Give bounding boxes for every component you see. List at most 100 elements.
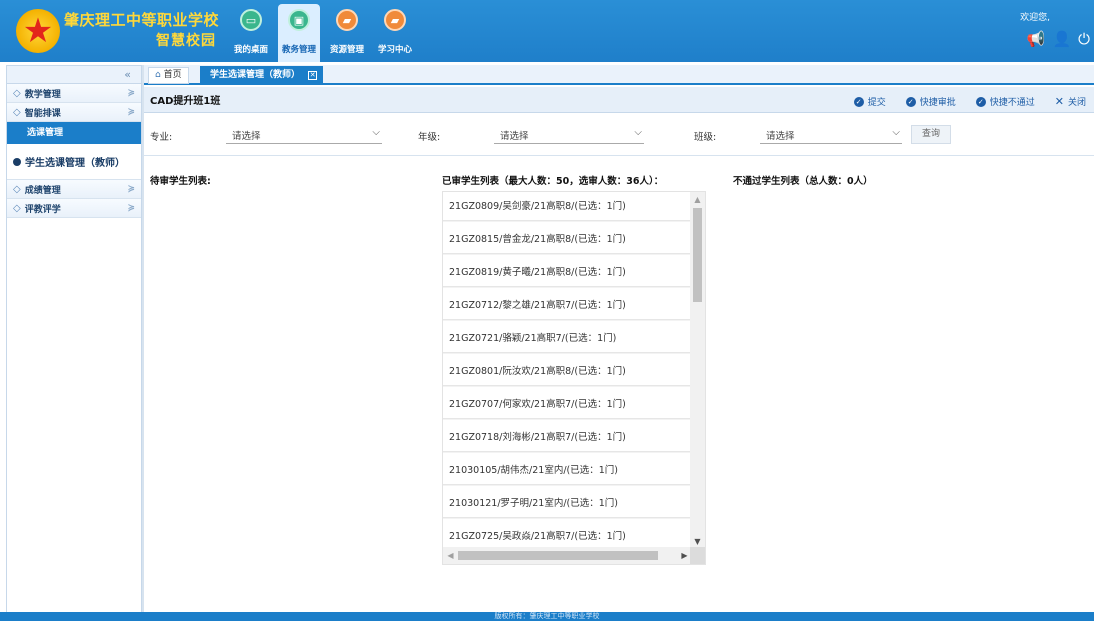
toolbar-actions: ✓ 提交 ✓ 快捷审批 ✓ 快捷不通过 ✕ 关闭 [834, 95, 1086, 108]
quick-reject-button[interactable]: ✓ 快捷不通过 [975, 95, 1035, 108]
list-item[interactable]: 21GZ0707/何家欢/21高职7/(已选：1门) [443, 390, 691, 419]
major-select-value: 请选择 [232, 131, 261, 142]
header-icons: 📢 👤 ⏻ [1027, 30, 1090, 48]
tab-student-selection[interactable]: 学生选课管理（教师） ✕ [200, 66, 324, 85]
class-select-value: 请选择 [766, 131, 795, 142]
major-label: 专业: [150, 132, 173, 143]
folder-icon: ▰ [384, 9, 406, 31]
campus-name: 智慧校园 [156, 33, 216, 49]
home-icon: ⌂ [155, 70, 161, 80]
tab-home-label: 首页 [163, 70, 182, 80]
sidebar-group-teaching[interactable]: ◇ 教学管理 ≽ [7, 84, 141, 103]
nav-item-learning[interactable]: ▰ 学习中心 [374, 4, 416, 62]
rejected-list-title: 不通过学生列表（总人数：0人） [733, 176, 873, 187]
list-item[interactable]: 21GZ0815/曾金龙/21高职8/(已选：1门) [443, 225, 691, 254]
grade-select-value: 请选择 [500, 131, 529, 142]
chevron-down-icon: ≽ [127, 184, 135, 194]
tag-icon: ◇ [13, 183, 21, 195]
close-icon: ✕ [1054, 95, 1064, 108]
nav-label: 我的桌面 [233, 45, 268, 55]
sidebar-group-evaluation[interactable]: ◇ 评教评学 ≽ [7, 199, 141, 218]
app-header: ★ 肇庆理工中等职业学校 智慧校园 ▭ 我的桌面 ▣ 教务管理 ▰ 资源管理 ▰… [0, 0, 1094, 62]
list-item[interactable]: 21GZ0712/黎之雄/21高职7/(已选：1门) [443, 291, 691, 320]
grade-label: 年级: [418, 132, 441, 143]
welcome-text: 欢迎您, [1020, 13, 1050, 23]
scroll-left-icon[interactable]: ◀ [443, 547, 458, 564]
approved-student-list[interactable]: 21GZ0809/吴剑豪/21高职8/(已选：1门) 21GZ0815/曾金龙/2… [442, 191, 706, 565]
close-button[interactable]: ✕ 关闭 [1055, 95, 1086, 108]
page-title: CAD提升班1班 [150, 96, 221, 107]
submit-button[interactable]: ✓ 提交 [853, 95, 886, 108]
quick-reject-label: 快捷不通过 [989, 98, 1035, 108]
close-label: 关闭 [1067, 98, 1086, 108]
chevron-down-icon: ⌵ [634, 127, 642, 138]
scroll-up-icon[interactable]: ▲ [690, 192, 705, 207]
chevron-down-icon: ≽ [127, 203, 135, 213]
class-label: 班级: [694, 132, 717, 143]
scroll-thumb[interactable] [458, 551, 658, 560]
sidebar-item-student-selection[interactable]: 学生选课管理（教师） [7, 144, 141, 180]
vertical-scrollbar[interactable]: ▲ ▼ [690, 192, 705, 549]
page-toolbar: CAD提升班1班 ✓ 提交 ✓ 快捷审批 ✓ 快捷不通过 ✕ 关闭 [144, 87, 1094, 113]
grade-select[interactable]: 请选择 ⌵ [494, 126, 644, 144]
list-item[interactable]: 21GZ0809/吴剑豪/21高职8/(已选：1门) [443, 192, 691, 221]
bullet-icon [13, 157, 21, 166]
star-icon: ★ [22, 11, 54, 51]
sidebar-leaf-label: 学生选课管理（教师） [25, 158, 125, 169]
list-item[interactable]: 21030121/罗子明/21室内/(已选：1门) [443, 489, 691, 518]
major-select[interactable]: 请选择 ⌵ [226, 126, 382, 144]
sidebar-group-label: 智能排课 [24, 108, 61, 119]
nav-label: 资源管理 [329, 45, 364, 55]
class-select[interactable]: 请选择 ⌵ [760, 126, 902, 144]
tab-bar: ⌂ 首页 学生选课管理（教师） ✕ [144, 65, 1094, 85]
sidebar-group-label: 成绩管理 [24, 185, 61, 196]
sidebar: « ◇ 教学管理 ≽ ◇ 智能排课 ≽ 选课管理 学生选课管理（教师） ◇ 成绩… [6, 65, 142, 613]
filter-bar: 专业: 请选择 ⌵ 年级: 请选择 ⌵ 班级: 请选择 ⌵ 查询 [144, 114, 1094, 156]
horizontal-scrollbar[interactable]: ◀ ▶ [443, 547, 692, 564]
power-icon[interactable]: ⏻ [1078, 30, 1090, 48]
list-item[interactable]: 21GZ0721/骆颖/21高职7/(已选：1门) [443, 324, 691, 353]
list-item[interactable]: 21GZ0801/阮汝欢/21高职8/(已选：1门) [443, 357, 691, 386]
collapse-sidebar-icon[interactable]: « [7, 66, 141, 84]
check-circle-icon: ✓ [975, 96, 986, 107]
school-name: 肇庆理工中等职业学校 [64, 11, 220, 29]
tab-label: 学生选课管理（教师） [210, 70, 301, 80]
sidebar-group-grades[interactable]: ◇ 成绩管理 ≽ [7, 180, 141, 199]
query-button[interactable]: 查询 [911, 125, 951, 144]
academic-icon: ▣ [288, 9, 310, 31]
approved-list-title: 已审学生列表（最大人数：50，选审人数：36人）： [442, 176, 664, 187]
sidebar-item-course-selection[interactable]: 选课管理 [7, 122, 141, 144]
scroll-thumb[interactable] [693, 208, 702, 302]
tag-icon: ◇ [13, 202, 21, 214]
list-item[interactable]: 21GZ0718/刘海彬/21高职7/(已选：1门) [443, 423, 691, 452]
chevron-down-icon: ⌵ [892, 127, 900, 138]
approved-list-items: 21GZ0809/吴剑豪/21高职8/(已选：1门) 21GZ0815/曾金龙/2… [443, 192, 691, 555]
check-circle-icon: ✓ [905, 96, 916, 107]
submit-label: 提交 [867, 98, 886, 108]
nav-item-desktop[interactable]: ▭ 我的桌面 [230, 4, 272, 62]
scroll-corner [690, 547, 705, 564]
sidebar-group-label: 评教评学 [24, 204, 61, 215]
check-circle-icon: ✓ [853, 96, 864, 107]
tab-home[interactable]: ⌂ 首页 [148, 67, 189, 84]
chevron-down-icon: ≽ [127, 107, 135, 117]
chevron-down-icon: ≽ [127, 88, 135, 98]
nav-item-resources[interactable]: ▰ 资源管理 [326, 4, 368, 62]
user-icon[interactable]: 👤 [1052, 30, 1071, 48]
quick-approve-button[interactable]: ✓ 快捷审批 [905, 95, 956, 108]
nav-label: 教务管理 [281, 45, 316, 55]
chevron-down-icon: ⌵ [372, 127, 380, 138]
tag-icon: ◇ [13, 106, 21, 118]
folder-icon: ▰ [336, 9, 358, 31]
tag-icon: ◇ [13, 87, 21, 99]
top-nav: ▭ 我的桌面 ▣ 教务管理 ▰ 资源管理 ▰ 学习中心 [230, 4, 422, 62]
close-tab-icon[interactable]: ✕ [308, 71, 318, 80]
nav-label: 学习中心 [377, 45, 412, 55]
sidebar-group-label: 教学管理 [24, 89, 61, 100]
list-item[interactable]: 21GZ0819/黄子曦/21高职8/(已选：1门) [443, 258, 691, 287]
list-item[interactable]: 21030105/胡伟杰/21室内/(已选：1门) [443, 456, 691, 485]
nav-item-academic[interactable]: ▣ 教务管理 [278, 4, 320, 62]
school-logo: ★ [16, 9, 60, 53]
sidebar-group-scheduling[interactable]: ◇ 智能排课 ≽ [7, 103, 141, 122]
announcement-icon[interactable]: 📢 [1027, 30, 1046, 48]
